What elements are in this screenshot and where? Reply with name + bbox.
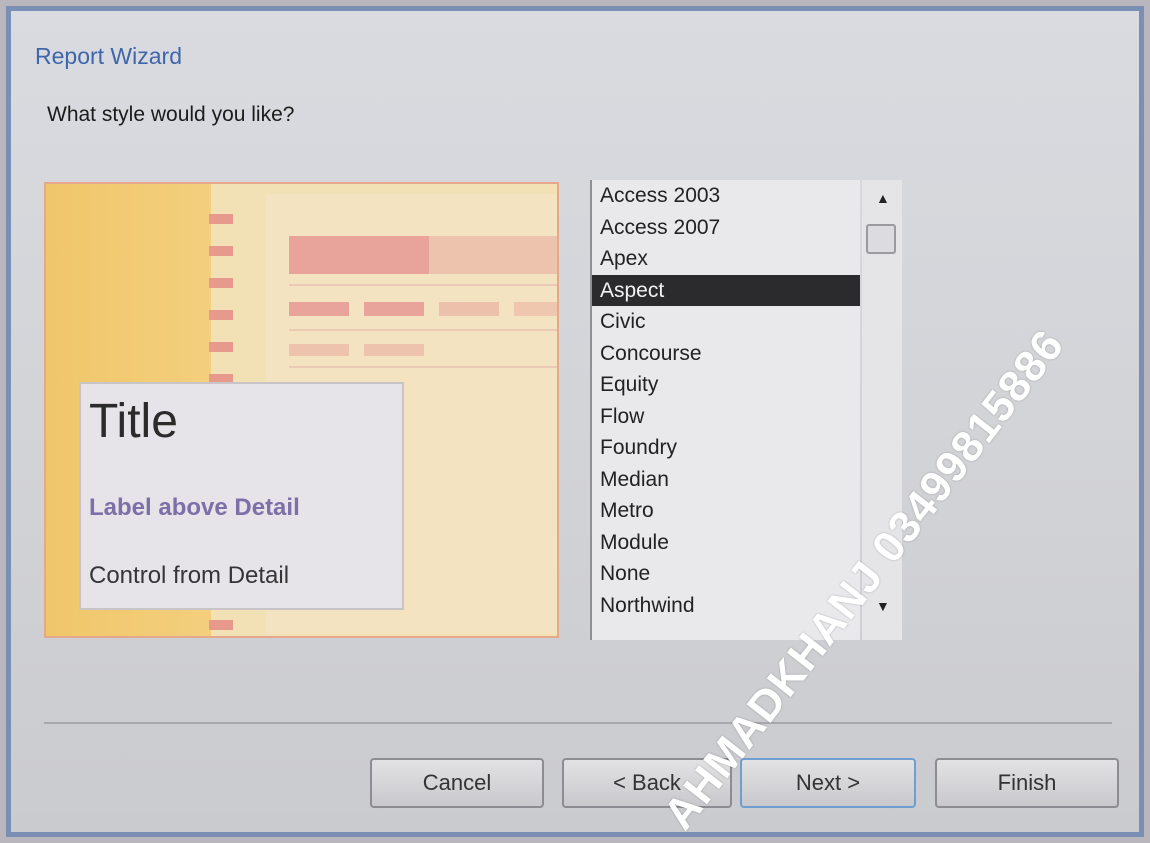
- preview-marker: [209, 246, 233, 256]
- preview-rule: [289, 284, 557, 286]
- style-list[interactable]: Access 2003 Access 2007 Apex Aspect Civic Con…: [590, 180, 860, 640]
- preview-field: [364, 302, 424, 316]
- preview-control: Control from Detail: [89, 562, 290, 589]
- scroll-down-arrow-icon[interactable]: ▼: [876, 598, 890, 614]
- preview-title: Title: [89, 395, 178, 448]
- preview-marker: [209, 310, 233, 320]
- style-list-item[interactable]: Flow: [592, 401, 860, 433]
- preview-header-bar: [429, 236, 557, 274]
- next-button[interactable]: Next >: [740, 758, 916, 808]
- preview-rule: [289, 366, 557, 368]
- preview-marker: [209, 620, 233, 630]
- window-title: Report Wizard: [35, 43, 182, 69]
- preview-sample-box: Title Label above Detail Control from De…: [79, 382, 404, 610]
- style-list-item[interactable]: Equity: [592, 369, 860, 401]
- back-button[interactable]: < Back: [562, 758, 732, 808]
- style-list-item[interactable]: Foundry: [592, 432, 860, 464]
- style-list-item[interactable]: Metro: [592, 495, 860, 527]
- preview-header-bar: [289, 236, 429, 274]
- style-list-item[interactable]: Access 2007: [592, 212, 860, 244]
- style-list-item[interactable]: Module: [592, 527, 860, 559]
- style-list-item[interactable]: Access 2003: [592, 180, 860, 212]
- preview-label: Label above Detail: [89, 494, 300, 521]
- preview-marker: [209, 342, 233, 352]
- preview-field: [289, 302, 349, 316]
- preview-rule: [289, 329, 557, 331]
- style-list-item[interactable]: Median: [592, 464, 860, 496]
- scroll-thumb[interactable]: [866, 224, 896, 254]
- scroll-up-arrow-icon[interactable]: ▲: [876, 190, 890, 206]
- preview-marker: [209, 278, 233, 288]
- style-list-item[interactable]: Apex: [592, 243, 860, 275]
- preview-field: [289, 344, 349, 356]
- wizard-question: What style would you like?: [47, 103, 295, 126]
- preview-field: [364, 344, 424, 356]
- style-list-item[interactable]: Aspect: [592, 274, 860, 306]
- style-preview: Title Label above Detail Control from De…: [44, 182, 559, 638]
- style-list-item[interactable]: Civic: [592, 306, 860, 338]
- cancel-button[interactable]: Cancel: [370, 758, 544, 808]
- style-list-item[interactable]: None: [592, 558, 860, 590]
- finish-button[interactable]: Finish: [935, 758, 1119, 808]
- preview-field: [514, 302, 557, 316]
- style-list-item[interactable]: Northwind: [592, 590, 860, 622]
- preview-marker: [209, 214, 233, 224]
- preview-field: [439, 302, 499, 316]
- style-list-scrollbar[interactable]: ▲ ▼: [862, 180, 902, 640]
- button-separator: [44, 722, 1112, 724]
- style-list-item[interactable]: Concourse: [592, 338, 860, 370]
